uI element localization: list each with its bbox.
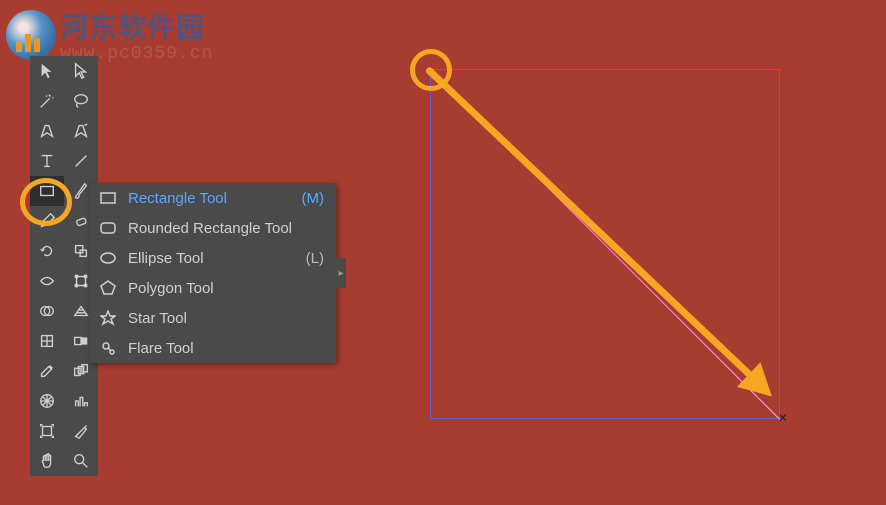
rectangle-tool[interactable] [30,176,64,206]
column-graph-tool[interactable] [64,386,98,416]
flyout-item-label: Rounded Rectangle Tool [128,220,324,237]
shape-builder-tool[interactable] [30,296,64,326]
magic-wand-tool[interactable] [30,86,64,116]
rectangle-icon [98,190,118,206]
shape-tool-flyout: Rectangle Tool (M) Rounded Rectangle Too… [90,183,336,363]
artboard-tool[interactable] [30,416,64,446]
tools-panel [30,56,98,476]
flyout-tearoff-handle[interactable]: ▸ [336,258,346,288]
direct-selection-tool[interactable] [64,56,98,86]
slice-tool[interactable] [64,416,98,446]
width-tool[interactable] [30,266,64,296]
hand-tool[interactable] [30,446,64,476]
flyout-flare-tool[interactable]: Flare Tool [90,333,336,363]
watermark-title: 河东软件园 [60,6,213,46]
eyedropper-tool[interactable] [30,356,64,386]
flyout-item-shortcut: (M) [302,190,325,207]
flyout-star-tool[interactable]: Star Tool [90,303,336,333]
chevron-right-icon: ▸ [338,268,343,279]
selection-tool[interactable] [30,56,64,86]
zoom-tool[interactable] [64,446,98,476]
flyout-item-label: Star Tool [128,310,324,327]
pencil-tool[interactable] [30,206,64,236]
flyout-item-label: Polygon Tool [128,280,324,297]
flyout-item-label: Flare Tool [128,340,324,357]
ellipse-icon [98,250,118,266]
rotate-tool[interactable] [30,236,64,266]
flyout-item-label: Rectangle Tool [128,190,302,207]
flyout-rounded-rectangle-tool[interactable]: Rounded Rectangle Tool [90,213,336,243]
star-icon [98,310,118,326]
flyout-item-label: Ellipse Tool [128,250,306,267]
rounded-rectangle-icon [98,220,118,236]
lasso-tool[interactable] [64,86,98,116]
pen-tool[interactable] [30,116,64,146]
watermark-logo-icon [6,10,56,60]
polygon-icon [98,280,118,296]
flare-icon [98,340,118,356]
mesh-tool[interactable] [30,326,64,356]
flyout-ellipse-tool[interactable]: Ellipse Tool (L) [90,243,336,273]
flyout-rectangle-tool[interactable]: Rectangle Tool (M) [90,183,336,213]
curvature-tool[interactable] [64,116,98,146]
type-tool[interactable] [30,146,64,176]
line-segment-tool[interactable] [64,146,98,176]
flyout-polygon-tool[interactable]: Polygon Tool [90,273,336,303]
symbol-sprayer-tool[interactable] [30,386,64,416]
flyout-item-shortcut: (L) [306,250,324,267]
